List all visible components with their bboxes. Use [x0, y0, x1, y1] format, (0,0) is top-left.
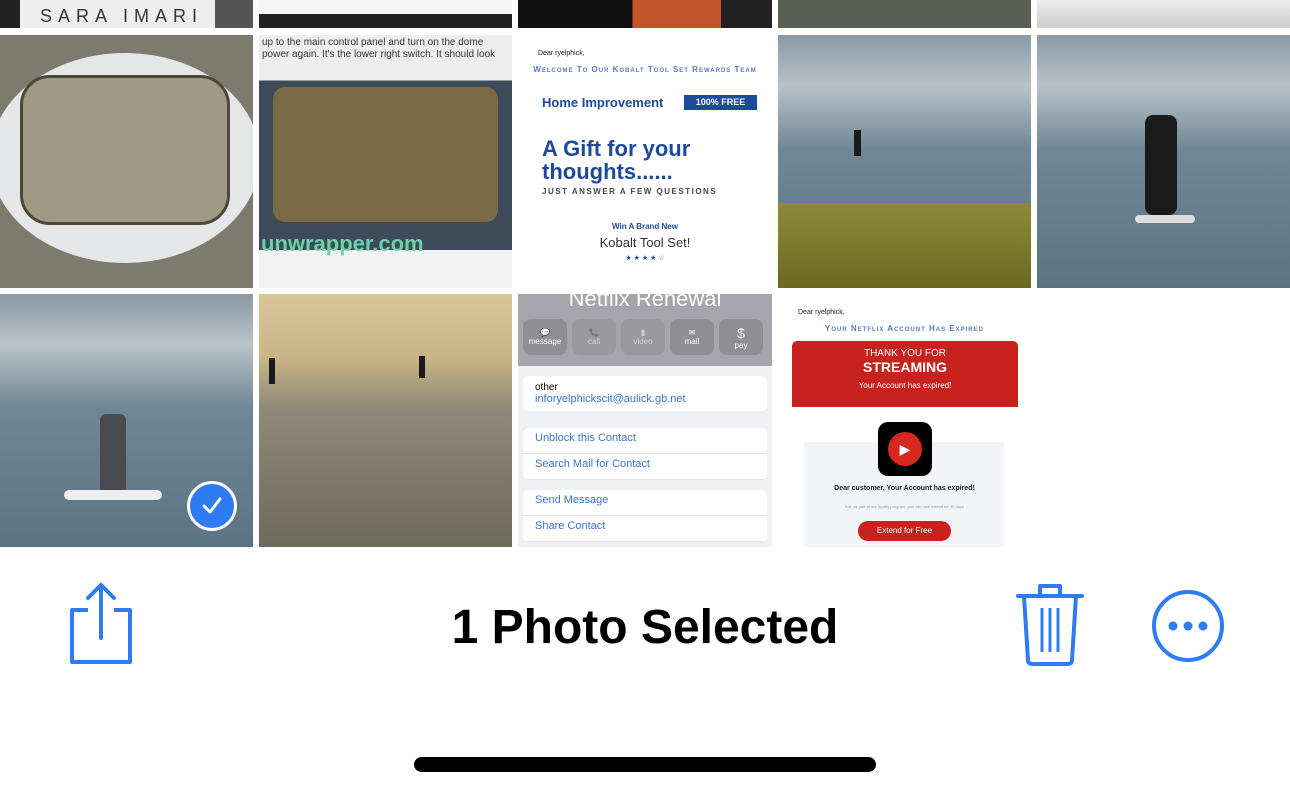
play-app-icon: ▶ [878, 422, 932, 476]
photo-circuit-board-diagram[interactable] [0, 35, 253, 288]
home-indicator[interactable] [414, 757, 876, 772]
banner-sub: Your Account has expired! [858, 381, 952, 390]
body-title: Dear customer, Your Account has expired! [834, 485, 975, 492]
email-label: other [535, 382, 558, 393]
photo-netflix-email[interactable]: Dear ryelphick, Your Netflix Account Has… [778, 294, 1031, 547]
option-unblock: Unblock this Contact [523, 428, 767, 454]
photo-plate[interactable] [1037, 0, 1290, 28]
contact-action-call: 📞 call [572, 319, 616, 355]
contact-action-pay: $ pay [719, 319, 763, 355]
rating-stars: ★ ★ ★ ★ ☆ [625, 255, 665, 262]
contact-action-mail: ✉ mail [670, 319, 714, 355]
photo-contact-card[interactable]: Netflix Renewal 💬 message 📞 call ▮ video ✉ m… [518, 294, 772, 547]
photo-circuit-board[interactable]: up to the main control panel and turn on… [259, 35, 512, 288]
photo-poster[interactable] [518, 0, 772, 28]
option-share-contact: Share Contact [523, 516, 767, 542]
badge: 100% FREE [684, 95, 757, 110]
book-text: SARA IMARI [40, 6, 204, 26]
contact-name: Netflix Renewal [568, 294, 722, 311]
photo-desk[interactable] [259, 0, 512, 28]
more-button[interactable] [1150, 589, 1226, 670]
contact-action-video: ▮ video [621, 319, 665, 355]
photo-paddleboarder-close[interactable] [1037, 35, 1290, 288]
selection-count-title: 1 Photo Selected [451, 601, 839, 654]
photo-dark[interactable] [778, 0, 1031, 28]
headline: A Gift for your thoughts...... [542, 136, 691, 184]
board-caption: up to the main control panel and turn on… [262, 37, 496, 60]
contact-action-message: 💬 message [523, 319, 567, 355]
welcome-heading: Welcome To Our Kobalt Tool Set Rewards T… [533, 65, 757, 74]
subhead: JUST ANSWER A FEW QUESTIONS [542, 187, 718, 196]
banner-main: STREAMING [863, 359, 947, 375]
trash-icon [1016, 584, 1084, 666]
extend-button: Extend for Free [858, 521, 951, 541]
ellipsis-circle-icon [1152, 590, 1224, 662]
banner-top: THANK YOU FOR [863, 348, 947, 359]
greeting: Dear ryelphick, [538, 50, 585, 57]
prize-text: Kobalt Tool Set! [599, 235, 691, 250]
selected-checkmark-icon[interactable] [187, 481, 237, 531]
board-watermark: unwrapper.com [261, 231, 424, 256]
category: Home Improvement [542, 95, 664, 110]
photo-kobalt-email[interactable]: Dear ryelphick, Welcome To Our Kobalt To… [518, 35, 772, 288]
win-text: Win A Brand New [611, 222, 678, 231]
email-value: inforyelphickscit@aulick.gb.net [535, 393, 686, 405]
photo-paddleboarders-sunset[interactable] [259, 294, 512, 547]
option-search-mail: Search Mail for Contact [523, 454, 767, 480]
photo-paddleboarder-selected[interactable] [0, 294, 253, 547]
delete-button[interactable] [1014, 582, 1086, 671]
email-title: Your Netflix Account Has Expired [825, 324, 984, 333]
option-send-message: Send Message [523, 490, 767, 516]
photo-paddleboarder-distant[interactable] [778, 35, 1031, 288]
greeting: Dear ryelphick, [798, 309, 845, 316]
body-text: But, as part of our loyalty program, you… [845, 504, 964, 509]
photo-book[interactable]: SARA IMARI [0, 0, 253, 28]
